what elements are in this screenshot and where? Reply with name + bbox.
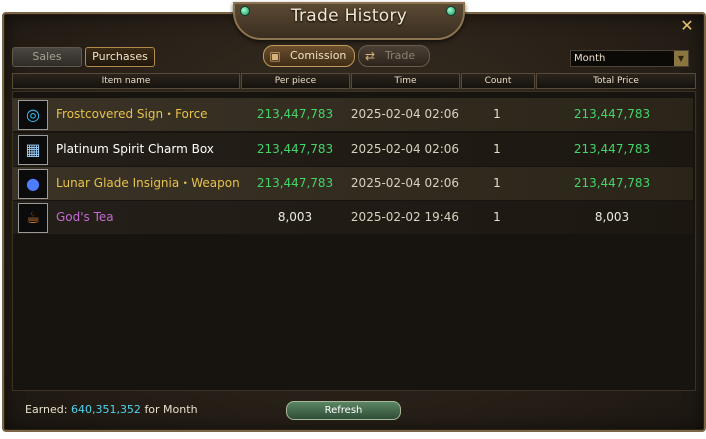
- total-price: 213,447,783: [573, 107, 651, 121]
- chevron-down-icon[interactable]: ▼: [674, 51, 688, 66]
- table-row[interactable]: ◎ Frostcovered Sign・Force 213,447,783 20…: [13, 98, 693, 131]
- time: 2025-02-04 02:06: [350, 176, 460, 190]
- per-piece: 213,447,783: [256, 176, 334, 190]
- tab-purchases[interactable]: Purchases: [85, 47, 155, 67]
- teapot-icon: ☕: [25, 208, 41, 227]
- per-piece: 213,447,783: [256, 142, 334, 156]
- charm-box-icon: ▦: [25, 140, 41, 159]
- table-row[interactable]: ☕ God's Tea 8,003 2025-02-02 19:46 1 8,0…: [13, 201, 693, 234]
- close-icon[interactable]: ✕: [679, 18, 695, 34]
- count: 1: [493, 142, 501, 156]
- count: 1: [493, 176, 501, 190]
- commission-label: Comission: [290, 49, 347, 62]
- item-name: Lunar Glade Insignia・Weapon: [56, 176, 240, 190]
- column-header-item[interactable]: Item name: [12, 73, 240, 89]
- item-icon-box: ◎: [18, 100, 48, 130]
- trade-label: Trade: [385, 49, 416, 62]
- period-value: Month: [574, 53, 606, 64]
- ring-icon: ◎: [26, 105, 40, 124]
- item-name: God's Tea: [56, 210, 114, 224]
- item-icon-box: ☕: [18, 203, 48, 233]
- item-icon-box: ●: [18, 169, 48, 199]
- earned-summary: Earned: 640,351,352 for Month: [25, 403, 198, 416]
- total-price: 213,447,783: [573, 142, 651, 156]
- earned-label: Earned:: [25, 403, 68, 416]
- tab-sales[interactable]: Sales: [12, 47, 82, 67]
- trade-filter-button[interactable]: ⇄ Trade: [358, 45, 430, 67]
- total-price: 213,447,783: [573, 176, 651, 190]
- item-icon-box: ▦: [18, 135, 48, 165]
- total-price: 8,003: [594, 210, 630, 224]
- table-row[interactable]: ▦ Platinum Spirit Charm Box 213,447,783 …: [13, 133, 693, 166]
- window-title: Trade History: [290, 6, 408, 26]
- per-piece: 8,003: [277, 210, 313, 224]
- chest-icon: ▣: [269, 49, 281, 63]
- time: 2025-02-04 02:06: [350, 107, 460, 121]
- period-select[interactable]: Month ▼: [570, 50, 689, 67]
- item-name: Frostcovered Sign・Force: [56, 107, 208, 121]
- earned-value: 640,351,352: [70, 403, 141, 416]
- per-piece: 213,447,783: [256, 107, 334, 121]
- refresh-button[interactable]: Refresh: [286, 401, 401, 420]
- count: 1: [493, 107, 501, 121]
- count: 1: [493, 210, 501, 224]
- column-header-per-piece[interactable]: Per piece: [241, 73, 350, 89]
- earned-suffix: for Month: [144, 403, 198, 416]
- orb-icon: ●: [26, 174, 40, 193]
- column-header-total[interactable]: Total Price: [536, 73, 696, 89]
- item-name: Platinum Spirit Charm Box: [56, 142, 214, 156]
- column-header-count[interactable]: Count: [461, 73, 535, 89]
- column-header-time[interactable]: Time: [351, 73, 460, 89]
- trade-icon: ⇄: [364, 49, 376, 63]
- time: 2025-02-04 02:06: [350, 142, 460, 156]
- table-row[interactable]: ● Lunar Glade Insignia・Weapon 213,447,78…: [13, 167, 693, 200]
- commission-filter-button[interactable]: ▣ Comission: [263, 45, 355, 67]
- time: 2025-02-02 19:46: [350, 210, 460, 224]
